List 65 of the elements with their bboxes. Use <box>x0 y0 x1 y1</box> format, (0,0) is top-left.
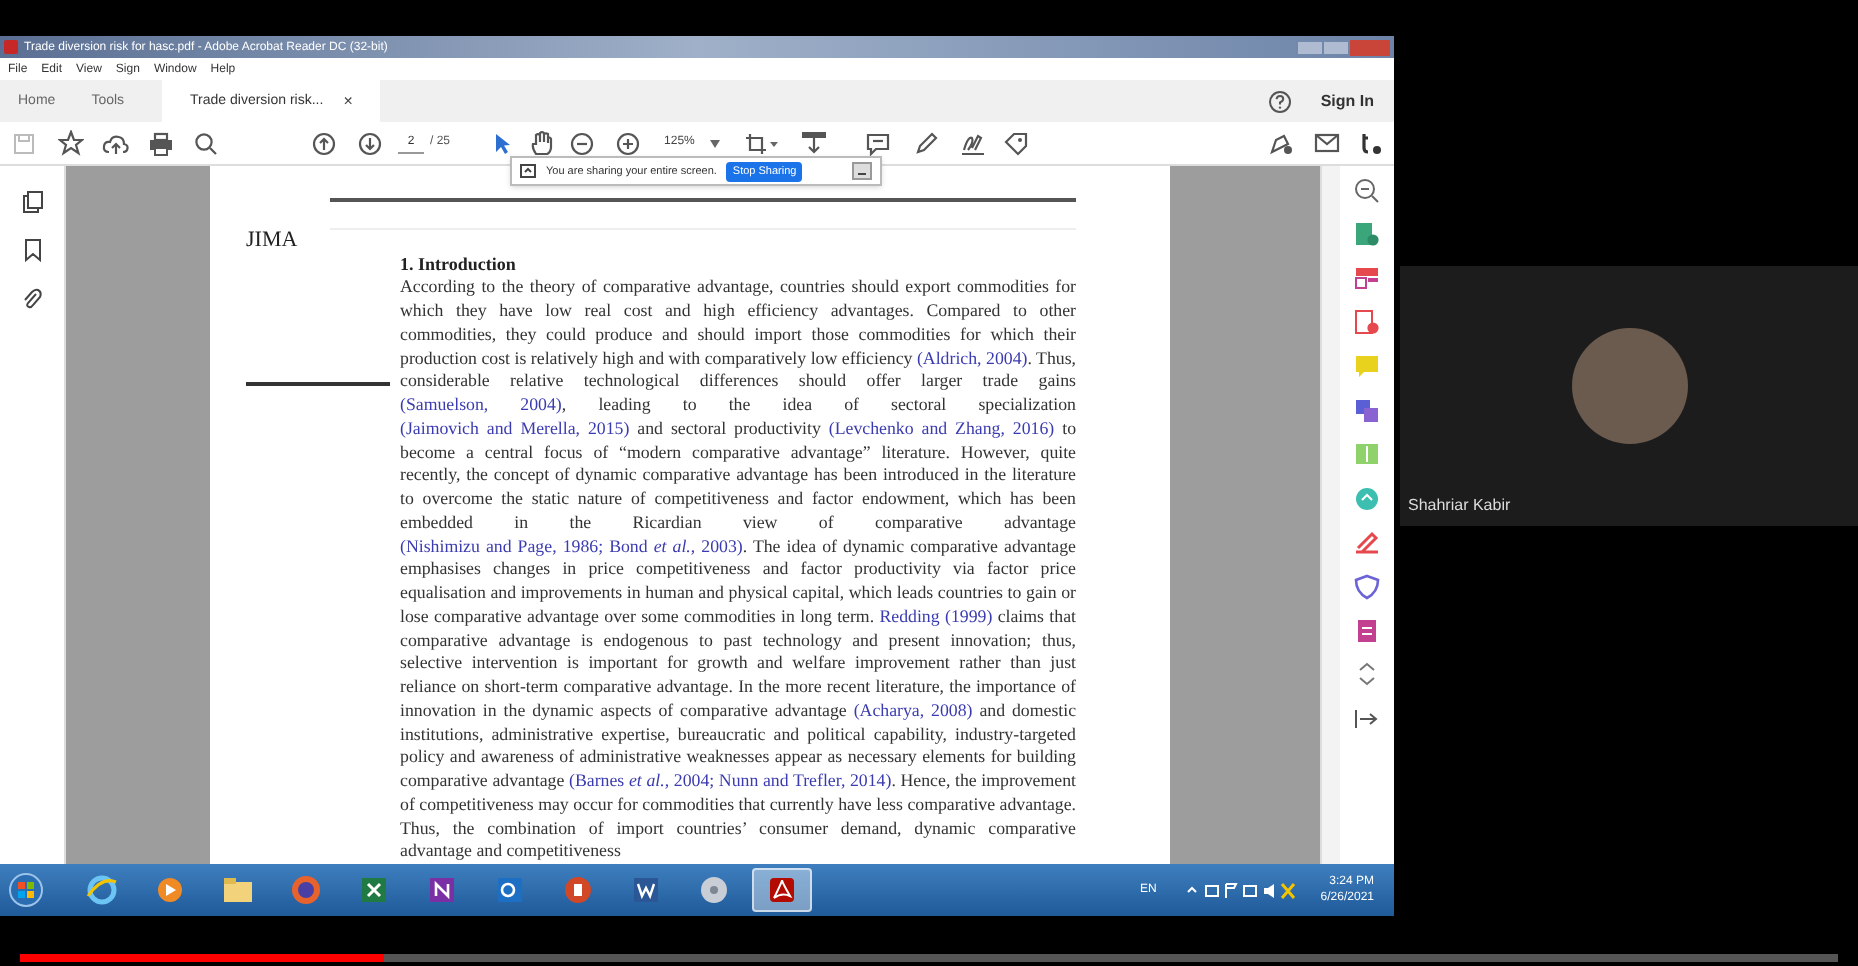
citation-link[interactable]: (Levchenko and Zhang, 2016) <box>828 417 1055 438</box>
tray-icons[interactable] <box>1184 881 1297 899</box>
pages-icon[interactable] <box>21 190 43 215</box>
presentation-app-icon <box>560 872 596 908</box>
mail-icon[interactable] <box>1314 132 1340 155</box>
citation-link[interactable]: (Acharya, 2008) <box>853 699 973 720</box>
body-paragraph: According to the theory of comparative advantage, countries should export commodities for which they have low real cost and high efficiency advantages. Compared to other commodities, they could produce and should import those commodities for which their production cost is relatively high and with comparatively low efficiency (Aldrich, 2004). Thus, considerable relative technological differences should offer larger trade gains (Samuelson, 2004), leading to the idea of sectoral specialization (Jaimovich and Merella, 2015) and sectoral productivity (Levchenko and Zhang, 2016) to become a central focus of “modern comparative advantage” literature. However, quite recently, the concept of dynamic comparative advantage has been introduced in the literature to overcome the static nature of competitiveness and factor endowment, which has been embedded in the Ricardian view of comparative advantage (Nishimizu and Page, 1986; Bond et al., 2003). The idea of dynamic comparative advantage emphasises changes in price competitiveness and factor productivity via factor price equalisation and improvements in human and physical capital, which leads countries to gain or lose comparative advantage over some commodities in long term. Redding (1999) claims that comparative advantage is endogenous to past technology and present innovation; thus, selective intervention is important for growth and welfare improvement rather than just reliance on short-term comparative advantage. In the more recent literature, the importance of innovation in the dynamic aspects of comparative advantage (Acharya, 2008) and domestic institutions, administrative expertise, bureaucratic and political capability, industry-targeted policy and awareness of administrative weaknesses appear as necessary elements for building comparative advantage (Barnes et al., 2004; Nunn and Trefler, 2014). Hence, the improvement of competitiveness may occur for commodities that currently have less comparative advantage. Thus, the combination of import countries’ consumer demand, dynamic comparative advantage and competitiveness <box>400 276 1076 864</box>
citation-link[interactable]: (Jaimovich and Merella, 2015) <box>400 417 630 438</box>
citation-link[interactable]: (Barnes et al., 2004; Nunn and Trefler, 2014) <box>569 770 892 790</box>
combine-files-icon[interactable] <box>1354 398 1380 425</box>
fill-sign-icon[interactable] <box>1354 530 1380 557</box>
mail-app-icon <box>492 872 528 908</box>
folder-icon <box>220 872 256 908</box>
cursor-arrow-icon[interactable] <box>494 131 513 156</box>
video-progress-track[interactable] <box>20 954 1838 962</box>
citation-link[interactable]: (Samuelson, 2004) <box>400 394 562 414</box>
zoom-out-icon[interactable] <box>570 131 595 156</box>
scrollbar[interactable] <box>1320 166 1340 864</box>
help-icon[interactable] <box>1268 89 1293 114</box>
window-controls-icon[interactable] <box>1298 39 1390 56</box>
paperclip-icon[interactable] <box>22 286 42 311</box>
taskbar-button[interactable] <box>752 868 812 912</box>
stamp-icon[interactable] <box>800 129 829 158</box>
minimize-icon[interactable] <box>852 162 872 181</box>
document-icon[interactable] <box>1354 618 1380 645</box>
export-pdf-icon[interactable] <box>1354 222 1380 249</box>
screen-share-icon <box>520 164 536 179</box>
media-player-icon <box>152 872 188 908</box>
zoom-in-icon[interactable] <box>616 131 641 156</box>
pdf-icon <box>4 40 18 55</box>
participant-name: Shahriar Kabir <box>1408 494 1511 518</box>
signature-icon[interactable] <box>960 131 987 156</box>
star-icon[interactable] <box>58 130 84 157</box>
comment-icon[interactable] <box>866 131 891 156</box>
print-icon[interactable] <box>148 131 174 156</box>
page-up-icon[interactable] <box>312 131 336 156</box>
search-icon[interactable] <box>194 131 218 156</box>
hand-icon[interactable] <box>530 130 555 157</box>
start-button[interactable] <box>8 872 44 908</box>
zoom-tool-icon[interactable] <box>1354 178 1380 205</box>
notebook-app-icon <box>424 872 460 908</box>
settings-disc-icon <box>696 872 732 908</box>
pdf-reader-icon <box>764 872 800 908</box>
shield-icon[interactable] <box>1354 574 1380 601</box>
citation-link[interactable]: Redding (1999) <box>879 605 993 626</box>
journal-name: JIMA <box>246 226 300 257</box>
sign-in-link[interactable]: Sign In <box>1320 89 1374 114</box>
word-processor-icon <box>628 872 664 908</box>
section-heading: 1. Introduction <box>400 254 518 277</box>
cloud-upload-icon[interactable] <box>102 131 130 156</box>
pen-icon[interactable] <box>914 131 939 156</box>
browser-icon <box>84 872 120 908</box>
page-down-icon[interactable] <box>358 131 382 156</box>
caret-icon <box>710 139 721 148</box>
edit-pdf-icon[interactable] <box>1354 310 1380 337</box>
tag-icon[interactable] <box>1004 131 1029 156</box>
citation-link[interactable]: (Nishimizu and Page, 1986; Bond et al., 2003) <box>400 535 743 555</box>
collapse-panel-icon[interactable] <box>1354 706 1380 733</box>
bookmark-icon[interactable] <box>23 238 41 263</box>
spreadsheet-app-icon <box>356 872 392 908</box>
more-tools-icon[interactable] <box>1354 662 1380 689</box>
create-pdf-icon[interactable] <box>1354 266 1380 293</box>
citation-link[interactable]: (Aldrich, 2004) <box>916 347 1028 367</box>
close-icon[interactable]: × <box>343 89 353 114</box>
crop-tool-icon[interactable] <box>744 131 779 156</box>
